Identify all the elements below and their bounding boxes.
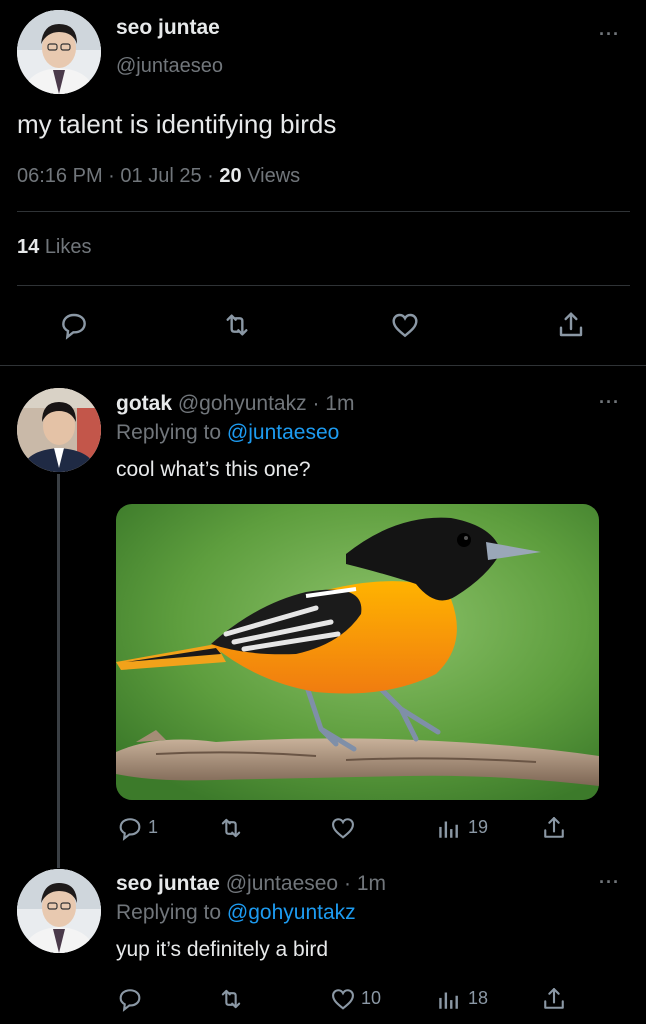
tweet-meta: 06:16 PM · 01 Jul 25 · 20 Views — [17, 165, 300, 188]
divider — [0, 365, 646, 366]
like-count: 10 — [361, 988, 382, 1008]
avatar[interactable] — [17, 869, 101, 953]
separator: · — [343, 872, 351, 895]
views-count: 19 — [468, 817, 489, 837]
more-options-icon[interactable]: ··· — [599, 24, 620, 45]
separator: · — [312, 392, 320, 415]
author-name[interactable]: gotak — [116, 392, 172, 415]
tweet-date: 01 Jul 25 — [120, 165, 202, 187]
views-label: Views — [247, 165, 301, 187]
more-options-icon[interactable]: ··· — [599, 392, 620, 413]
avatar[interactable] — [17, 388, 101, 472]
reply-time: 1m — [325, 392, 355, 415]
likes-stat[interactable]: 14 Likes — [17, 236, 92, 259]
reply-header: seo juntae @juntaeseo · 1m — [116, 872, 386, 896]
like-icon[interactable] — [329, 985, 357, 1013]
reply-count: 1 — [148, 817, 159, 837]
retweet-icon[interactable] — [220, 309, 254, 341]
tweet-time: 06:16 PM — [17, 165, 103, 187]
replying-to: Replying to @juntaeseo — [116, 421, 339, 445]
replying-to-handle[interactable]: @juntaeseo — [227, 421, 339, 444]
attached-image[interactable] — [116, 504, 599, 800]
views-count: 20 — [219, 165, 242, 187]
views-icon[interactable] — [436, 815, 462, 841]
more-options-icon[interactable]: ··· — [599, 872, 620, 893]
divider — [17, 285, 630, 286]
retweet-icon[interactable] — [216, 985, 246, 1013]
author-handle[interactable]: @gohyuntakz — [178, 392, 307, 415]
author-name[interactable]: seo juntae — [116, 872, 220, 895]
oriole-bird-photo — [116, 504, 599, 800]
reply-icon[interactable] — [116, 985, 144, 1013]
likes-label: Likes — [44, 236, 92, 258]
reply-time: 1m — [356, 872, 386, 895]
replying-to-label: Replying to — [116, 901, 222, 924]
replying-to: Replying to @gohyuntakz — [116, 901, 356, 925]
separator: · — [207, 165, 214, 187]
thread-line — [57, 474, 60, 868]
share-icon[interactable] — [540, 814, 568, 842]
reply-icon[interactable] — [116, 814, 144, 842]
divider — [17, 211, 630, 212]
reply-header: gotak @gohyuntakz · 1m — [116, 392, 354, 416]
like-icon[interactable] — [389, 309, 421, 341]
replying-to-handle[interactable]: @gohyuntakz — [227, 901, 356, 924]
separator: · — [108, 165, 115, 187]
like-icon[interactable] — [329, 814, 357, 842]
avatar[interactable] — [17, 10, 101, 94]
reply-text: yup it’s definitely a bird — [116, 938, 329, 961]
reply-text: cool what’s this one? — [116, 458, 311, 481]
share-icon[interactable] — [555, 309, 587, 341]
reply-icon[interactable] — [58, 309, 90, 341]
tweet-text: my talent is identifying birds — [17, 109, 337, 139]
retweet-icon[interactable] — [216, 814, 246, 842]
replying-to-label: Replying to — [116, 421, 222, 444]
views-count: 18 — [468, 988, 489, 1008]
author-handle[interactable]: @juntaeseo — [116, 55, 223, 78]
author-name[interactable]: seo juntae — [116, 16, 220, 40]
share-icon[interactable] — [540, 985, 568, 1013]
author-handle[interactable]: @juntaeseo — [226, 872, 338, 895]
likes-count: 14 — [17, 236, 40, 258]
views-icon[interactable] — [436, 986, 462, 1012]
